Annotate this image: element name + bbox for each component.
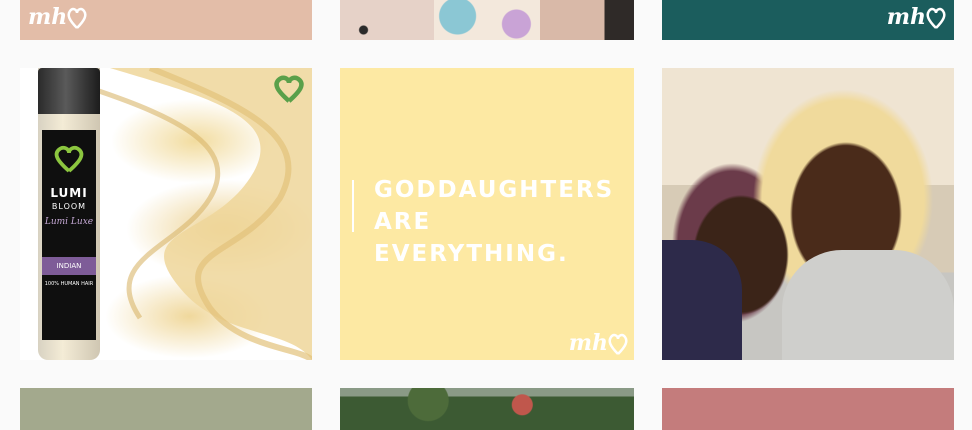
texture-band: INDIAN [42, 257, 96, 275]
post-tile-peach-logo[interactable]: mh [20, 0, 312, 40]
post-tile-quote[interactable]: GODDAUGHTERS ARE EVERYTHING. mh [340, 68, 634, 360]
photo-figure-left [662, 240, 742, 360]
quote-divider [352, 180, 354, 232]
hair-tube-package: LUMI BLOOM Lumi Luxe INDIAN 100% HUMAN H… [38, 68, 100, 360]
mh-logo: mh [887, 6, 946, 30]
quote-text: GODDAUGHTERS ARE EVERYTHING. [374, 174, 634, 270]
product-label: LUMI BLOOM Lumi Luxe INDIAN 100% HUMAN H… [42, 130, 96, 340]
photo-figure-right [782, 250, 954, 360]
brand-name: LUMI [50, 186, 88, 200]
post-tile-selfie-photo[interactable] [662, 68, 954, 360]
hair-wave-graphic [90, 68, 312, 360]
quote-line-1: GODDAUGHTERS [374, 177, 615, 203]
heart-icon [274, 75, 304, 103]
post-tile-trees-photo[interactable] [340, 388, 634, 430]
post-tile-photo[interactable] [340, 0, 634, 40]
mh-logo: mh [28, 6, 87, 30]
collection-name: Lumi Luxe [44, 217, 94, 227]
quote-line-2: ARE EVERYTHING. [374, 209, 569, 267]
heart-icon [926, 7, 946, 29]
tube-cap [38, 68, 100, 114]
human-hair-text: 100% HUMAN HAIR [44, 281, 94, 287]
heart-icon [608, 333, 628, 355]
post-tile-teal-logo[interactable]: mh [662, 0, 954, 40]
heart-icon [67, 7, 87, 29]
post-tile-rose[interactable] [662, 388, 954, 430]
post-tile-sage[interactable] [20, 388, 312, 430]
heart-icon [54, 145, 84, 173]
post-tile-hair-product[interactable]: LUMI BLOOM Lumi Luxe INDIAN 100% HUMAN H… [20, 68, 312, 360]
brand-name-line2: BLOOM [51, 202, 87, 211]
mh-logo: mh [569, 332, 628, 356]
